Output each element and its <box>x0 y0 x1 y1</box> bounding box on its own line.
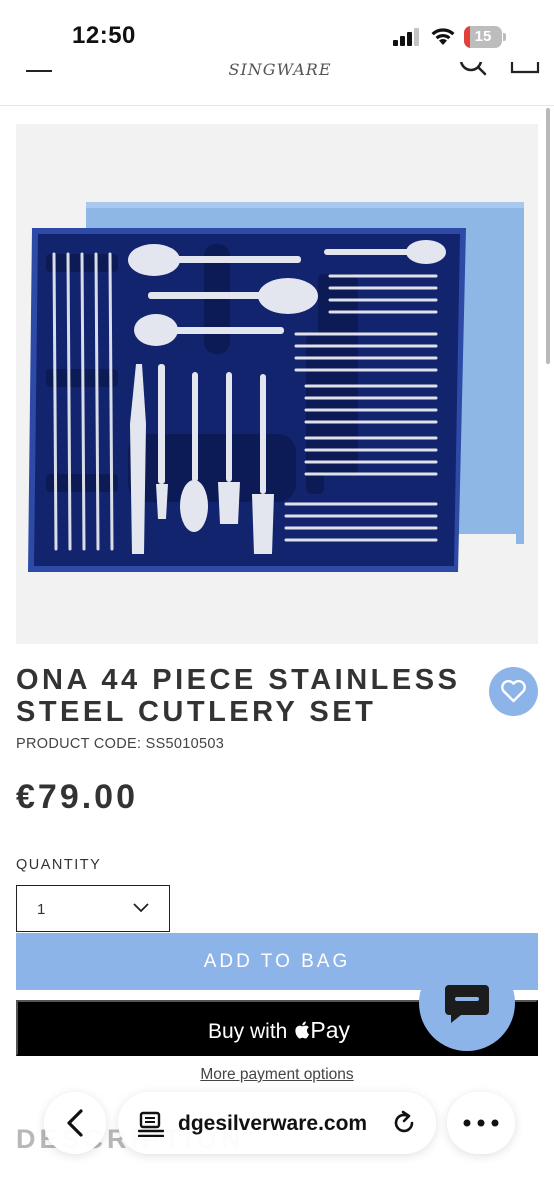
address-bar[interactable]: dgesilverware.com <box>118 1092 436 1154</box>
hamburger-menu-icon[interactable] <box>26 70 52 76</box>
wifi-icon <box>431 28 455 45</box>
quantity-value: 1 <box>37 901 46 918</box>
cutlery-set-photo <box>28 202 524 572</box>
reload-icon[interactable] <box>391 1110 417 1136</box>
status-bar: 12:50 15 <box>0 0 554 62</box>
search-icon[interactable] <box>458 62 488 80</box>
chat-bubble-icon <box>445 985 489 1023</box>
site-logo[interactable]: SINGWARE <box>220 62 340 79</box>
more-payment-options-link[interactable]: More payment options <box>0 1066 554 1084</box>
chevron-down-icon <box>133 903 149 913</box>
browser-more-button[interactable] <box>447 1092 515 1154</box>
product-title: ONA 44 PIECE STAINLESS STEEL CUTLERY SET <box>16 664 461 728</box>
reader-mode-icon[interactable] <box>138 1111 164 1137</box>
chevron-left-icon <box>67 1109 83 1137</box>
chat-button[interactable] <box>419 955 515 1051</box>
apple-pay-word: Pay <box>310 1017 350 1043</box>
url-text: dgesilverware.com <box>178 1112 368 1135</box>
shopping-bag-icon[interactable] <box>510 62 540 82</box>
apple-logo-icon <box>295 1021 310 1039</box>
product-page: 12:50 15 SINGWARE ONA 44 PIECE STAINLESS… <box>0 0 554 1200</box>
product-price: €79.00 <box>16 778 138 816</box>
more-dots-icon <box>463 1119 499 1127</box>
battery-indicator: 15 <box>464 26 506 48</box>
heart-icon <box>501 679 526 703</box>
status-time: 12:50 <box>72 22 136 49</box>
product-code: PRODUCT CODE: SS5010503 <box>16 736 225 752</box>
apple-pay-prefix: Buy with <box>207 1020 288 1043</box>
page-scrollbar[interactable] <box>546 108 550 364</box>
battery-level: 15 <box>474 28 492 45</box>
cellular-signal-icon <box>393 28 419 46</box>
wishlist-button[interactable] <box>489 667 538 716</box>
quantity-label: QUANTITY <box>16 857 102 873</box>
browser-back-button[interactable] <box>44 1092 106 1154</box>
product-image[interactable] <box>16 124 538 644</box>
quantity-select[interactable]: 1 <box>16 885 170 932</box>
site-header: SINGWARE <box>0 62 554 106</box>
